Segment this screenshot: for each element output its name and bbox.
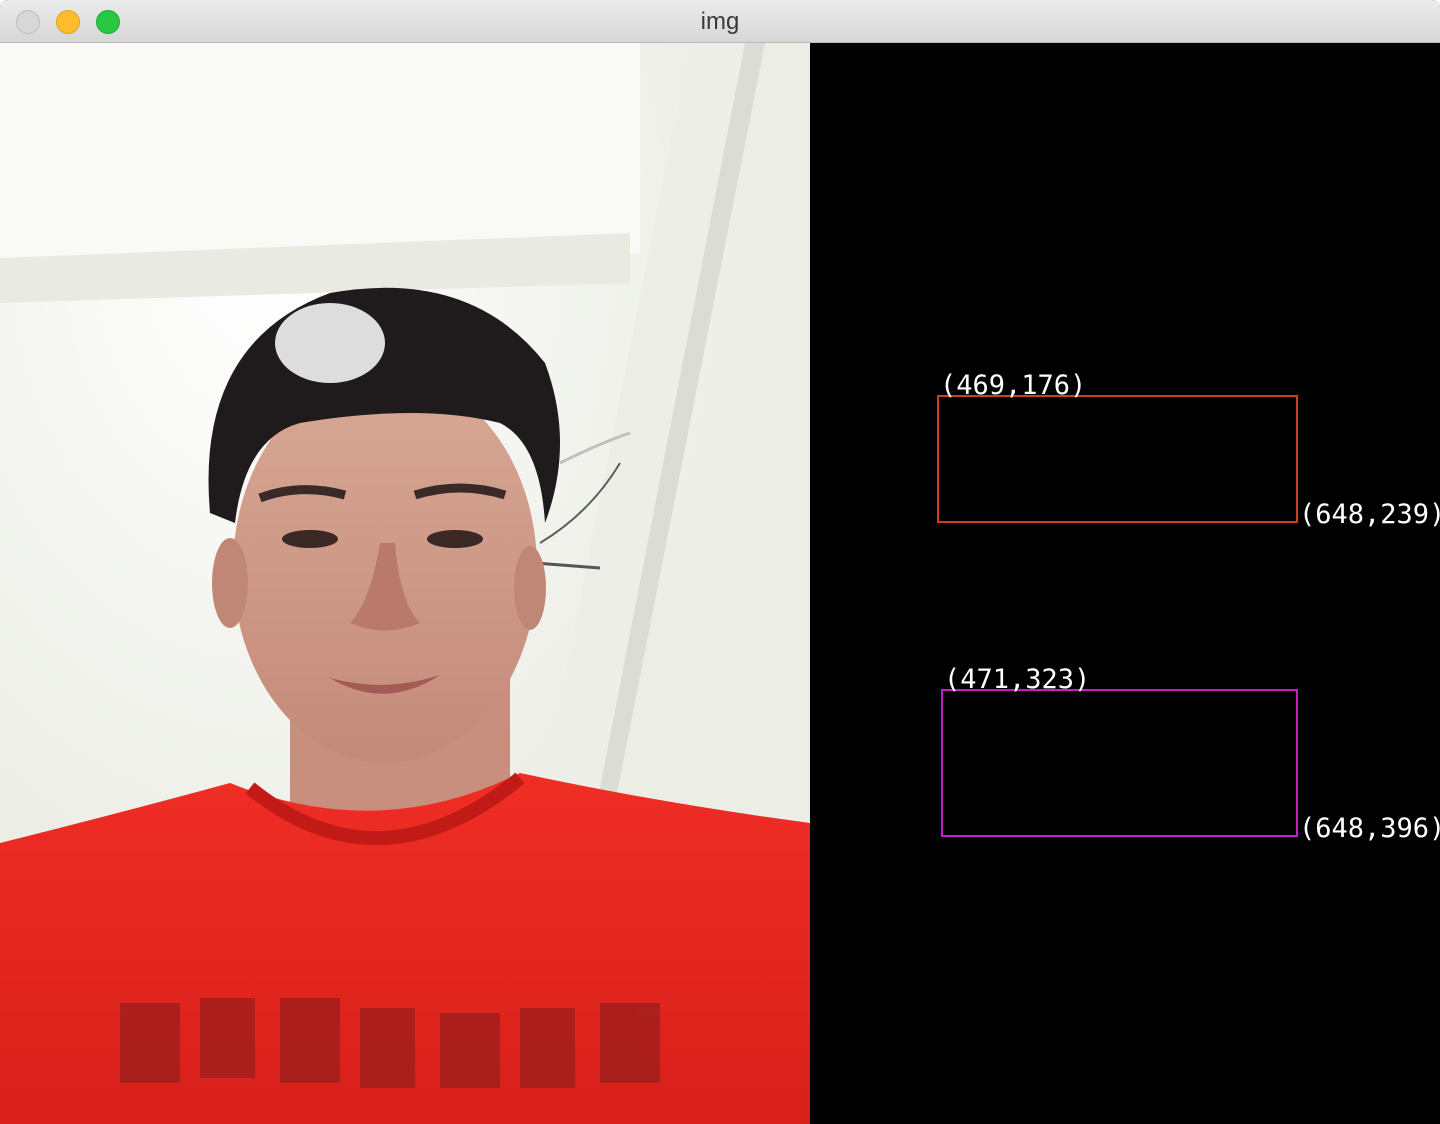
webcam-image xyxy=(0,43,810,1124)
window-content: (469,176) (648,239) (471,323) (648,396) xyxy=(0,43,1440,1124)
orange-rect-bottom-right-label: (648,239) xyxy=(1299,499,1440,530)
drawing-canvas: (469,176) (648,239) (471,323) (648,396) xyxy=(810,43,1440,1124)
title-bar[interactable]: img xyxy=(0,0,1440,43)
magenta-rect-top-left-label: (471,323) xyxy=(944,664,1090,695)
rect-overlay: (469,176) (648,239) (471,323) (648,396) xyxy=(937,370,1440,844)
orange-rect-top-left-label: (469,176) xyxy=(940,370,1086,401)
orange-rect xyxy=(937,395,1298,523)
webcam-photo xyxy=(0,43,810,1124)
magenta-rect-bottom-right-label: (648,396) xyxy=(1299,813,1440,844)
window-title: img xyxy=(700,8,740,35)
magenta-rect xyxy=(941,689,1298,837)
app-window: img (469,176) (648,239) (471,323) (648,3… xyxy=(0,0,1440,1124)
